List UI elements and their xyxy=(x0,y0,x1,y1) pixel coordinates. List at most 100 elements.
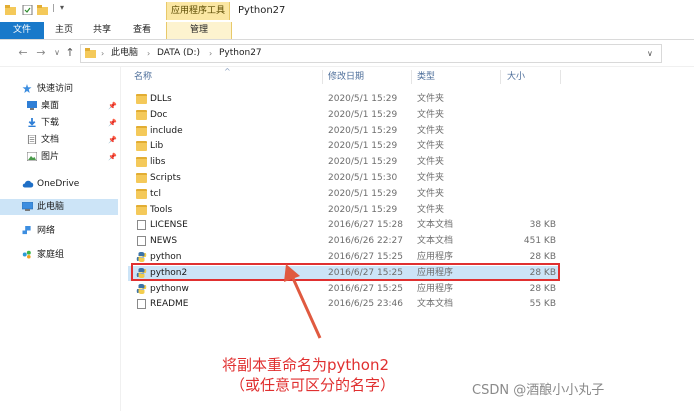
folder-icon xyxy=(136,204,147,215)
file-name: Scripts xyxy=(150,173,181,183)
file-name: NEWS xyxy=(150,236,178,247)
folder-icon xyxy=(136,125,147,136)
tab-view[interactable]: 查看 xyxy=(128,22,156,39)
file-type: 文件夹 xyxy=(417,157,445,168)
customize-qa-icon[interactable]: ▾ xyxy=(60,3,64,12)
folder-icon xyxy=(136,173,147,183)
address-dropdown-icon[interactable]: ∨ xyxy=(647,45,653,62)
file-size: 451 KB xyxy=(523,236,556,247)
file-date: 2016/6/26 22:27 xyxy=(328,236,403,247)
file-name: pythonw xyxy=(150,283,189,294)
app-tools-tab[interactable]: 应用程序工具 xyxy=(166,2,230,20)
file-type: 应用程序 xyxy=(417,283,454,294)
annotation-arrow xyxy=(284,264,322,339)
recent-locations-button[interactable]: ∨ xyxy=(50,45,64,61)
column-header-date[interactable]: 修改日期 xyxy=(328,67,364,87)
sidebar-item-network[interactable]: 网络 xyxy=(0,223,118,239)
address-bar[interactable]: › 此电脑 › DATA (D:) › Python27 ∨ xyxy=(80,44,662,63)
sidebar-item-documents[interactable]: 文档 📌 xyxy=(0,132,118,148)
sidebar-item-desktop[interactable]: 桌面 📌 xyxy=(0,98,118,114)
file-date: 2020/5/1 15:29 xyxy=(328,188,398,199)
window-icon xyxy=(5,5,16,15)
breadcrumb-data-drive[interactable]: DATA (D:) xyxy=(157,45,200,62)
sidebar-item-label: 此电脑 xyxy=(37,202,65,212)
folder-icon xyxy=(85,48,96,58)
file-row[interactable]: README 2016/6/25 23:46 文本文档 55 KB xyxy=(128,297,558,312)
sidebar-item-downloads[interactable]: 下载 📌 xyxy=(0,115,118,131)
file-row[interactable]: DLLs 2020/5/1 15:29 文件夹 xyxy=(128,92,558,107)
column-header-type[interactable]: 类型 xyxy=(417,67,435,87)
title-bar: | ▾ 应用程序工具 Python27 xyxy=(0,0,694,22)
file-name: include xyxy=(150,125,183,136)
file-row[interactable]: LICENSE 2016/6/27 15:28 文本文档 38 KB xyxy=(128,218,558,233)
window-title: Python27 xyxy=(238,5,286,16)
file-type: 文件夹 xyxy=(417,109,445,120)
network-icon xyxy=(22,226,31,235)
tab-file[interactable]: 文件 xyxy=(0,22,44,39)
column-divider[interactable] xyxy=(500,70,501,84)
file-row[interactable]: Doc 2020/5/1 15:29 文件夹 xyxy=(128,108,558,123)
file-row[interactable]: Scripts 2020/5/1 15:30 文件夹 xyxy=(128,171,558,186)
tab-home[interactable]: 主页 xyxy=(50,22,78,39)
file-row[interactable]: tcl 2020/5/1 15:29 文件夹 xyxy=(128,187,558,202)
file-type: 文件夹 xyxy=(417,173,445,183)
tab-share[interactable]: 共享 xyxy=(88,22,116,39)
quick-access-sep-icon: | xyxy=(52,3,55,12)
file-date: 2016/6/27 15:28 xyxy=(328,220,403,231)
ribbon-tabs: 文件 主页 共享 查看 管理 xyxy=(0,22,694,40)
breadcrumb-chevron-icon[interactable]: › xyxy=(147,45,150,62)
sidebar-item-homegroup[interactable]: 家庭组 xyxy=(0,247,118,263)
forward-button[interactable]: → xyxy=(34,45,48,61)
sidebar-item-label: 网络 xyxy=(37,226,56,236)
document-icon xyxy=(27,135,37,144)
column-divider[interactable] xyxy=(322,70,323,84)
pin-icon[interactable]: 📌 xyxy=(108,98,117,114)
file-type: 文本文档 xyxy=(417,299,454,310)
file-type: 文本文档 xyxy=(417,220,454,231)
file-size: 28 KB xyxy=(529,283,556,294)
tab-manage[interactable]: 管理 xyxy=(166,22,232,39)
sidebar-item-pictures[interactable]: 图片 📌 xyxy=(0,149,118,165)
up-button[interactable]: ↑ xyxy=(63,45,77,61)
annotation-line-1: 将副本重命名为python2 xyxy=(222,356,390,374)
file-row[interactable]: pythonw 2016/6/27 15:25 应用程序 28 KB xyxy=(128,282,558,297)
sidebar-item-onedrive[interactable]: OneDrive xyxy=(0,176,118,192)
navigation-bar: ← → ∨ ↑ › 此电脑 › DATA (D:) › Python27 ∨ xyxy=(0,40,694,67)
folder-icon xyxy=(136,94,147,104)
file-row[interactable]: Tools 2020/5/1 15:29 文件夹 xyxy=(128,203,558,218)
breadcrumb-python27[interactable]: Python27 xyxy=(219,45,262,62)
file-row[interactable]: include 2020/5/1 15:29 文件夹 xyxy=(128,124,558,139)
vertical-scrollbar[interactable] xyxy=(688,67,694,411)
column-header-name[interactable]: 名称 xyxy=(134,67,152,87)
sidebar-item-this-pc[interactable]: 此电脑 xyxy=(0,199,118,215)
column-divider[interactable] xyxy=(411,70,412,84)
pin-icon[interactable]: 📌 xyxy=(108,115,117,131)
computer-icon xyxy=(22,202,33,211)
column-header-size[interactable]: 大小 xyxy=(507,67,525,87)
file-type: 文本文档 xyxy=(417,236,454,247)
folder-icon xyxy=(136,157,147,168)
file-row[interactable]: libs 2020/5/1 15:29 文件夹 xyxy=(128,155,558,170)
file-date: 2020/5/1 15:29 xyxy=(328,157,398,168)
annotation-caption: 将副本重命名为python2 （或任意可区分的名字） xyxy=(222,355,462,395)
sidebar-item-quick-access[interactable]: 快速访问 xyxy=(0,81,118,97)
pin-icon[interactable]: 📌 xyxy=(108,149,117,165)
breadcrumb-this-pc[interactable]: 此电脑 xyxy=(111,45,138,62)
file-date: 2020/5/1 15:30 xyxy=(328,173,398,183)
homegroup-icon xyxy=(22,250,31,259)
python-icon xyxy=(136,252,147,262)
file-row[interactable]: NEWS 2016/6/26 22:27 文本文档 451 KB xyxy=(128,234,558,249)
column-divider[interactable] xyxy=(560,70,561,84)
breadcrumb-chevron-icon[interactable]: › xyxy=(101,45,104,62)
breadcrumb-chevron-icon[interactable]: › xyxy=(209,45,212,62)
pin-icon[interactable]: 📌 xyxy=(108,132,117,148)
sidebar-item-label: 家庭组 xyxy=(37,250,65,260)
file-size: 38 KB xyxy=(529,220,556,231)
file-name: Tools xyxy=(150,204,173,215)
file-type: 文件夹 xyxy=(417,125,445,136)
back-button[interactable]: ← xyxy=(16,45,30,61)
file-row[interactable]: Lib 2020/5/1 15:29 文件夹 xyxy=(128,139,558,154)
properties-icon[interactable] xyxy=(22,5,33,15)
sidebar-item-label: 图片 xyxy=(41,152,60,162)
new-folder-icon[interactable] xyxy=(37,5,48,15)
